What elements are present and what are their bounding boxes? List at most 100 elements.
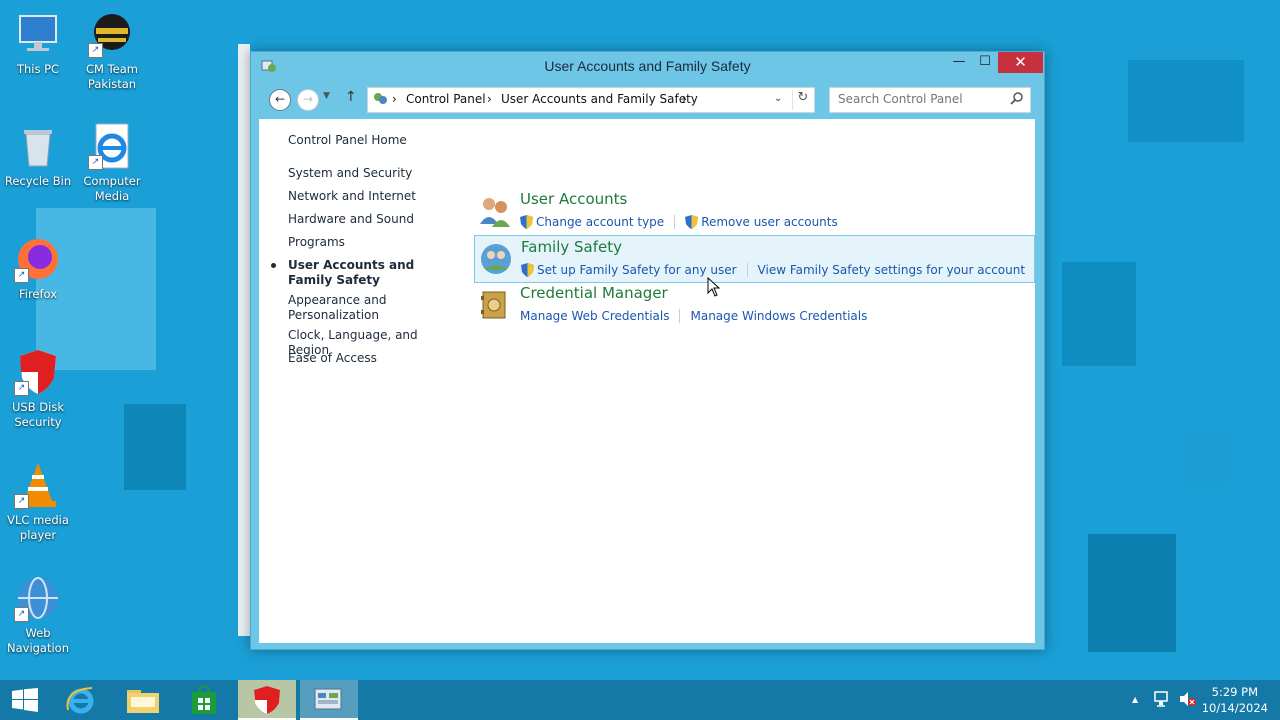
desktop-icon-vlc[interactable]: ↗ VLC media player <box>0 461 76 543</box>
desktop-icon-label: VLC media <box>7 513 69 527</box>
desktop-icon-label: Web <box>25 626 51 640</box>
arrow-left-icon: ← <box>274 92 286 106</box>
maximize-button[interactable]: ☐ <box>972 52 998 73</box>
link-manage-windows-credentials[interactable]: Manage Windows Credentials <box>690 309 867 323</box>
link-remove-user-accounts[interactable]: Remove user accounts <box>701 215 838 229</box>
network-icon[interactable] <box>1154 690 1170 711</box>
desktop-icon-recycle-bin[interactable]: Recycle Bin <box>0 122 76 189</box>
address-dropdown-button[interactable]: ⌄ <box>774 93 782 104</box>
category-user-accounts[interactable]: User Accounts Change account type Remove … <box>474 188 1033 234</box>
desktop-icon-label: player <box>19 528 57 542</box>
globe-icon: ↗ <box>14 574 62 622</box>
recycle-bin-icon <box>14 122 62 170</box>
link-manage-web-credentials[interactable]: Manage Web Credentials <box>520 309 669 323</box>
link-change-account-type[interactable]: Change account type <box>536 215 664 229</box>
bg-tile <box>1062 262 1136 366</box>
desktop-icon-firefox[interactable]: ↗ Firefox <box>0 235 76 302</box>
control-panel-icon <box>314 686 344 717</box>
control-panel-icon <box>372 91 388 110</box>
bg-tile <box>1128 60 1244 142</box>
category-links: Manage Web Credentials Manage Windows Cre… <box>520 308 867 323</box>
desktop-icon-computer-media[interactable]: ↗ Computer Media <box>74 122 150 204</box>
content-pane: Control Panel Home System and Security N… <box>259 119 1035 643</box>
category-links: Set up Family Safety for any user View Fa… <box>521 262 1025 277</box>
control-panel-window: User Accounts and Family Safety — ☐ ✕ ← … <box>250 51 1045 650</box>
users-icon <box>478 194 512 228</box>
firefox-icon: ↗ <box>14 235 62 283</box>
graduation-cap-icon: ↗ <box>88 10 136 58</box>
arrow-right-icon: → <box>302 92 314 106</box>
uac-shield-icon <box>685 214 699 229</box>
breadcrumb-control-panel[interactable]: Control Panel <box>406 92 486 106</box>
navigation-bar: ← → ▼ ↑ › Control Panel › User Accounts … <box>259 81 1036 119</box>
search-input[interactable] <box>836 91 1010 107</box>
link-separator <box>679 308 681 323</box>
category-title[interactable]: User Accounts <box>520 190 627 208</box>
breadcrumb-separator: › <box>682 92 687 106</box>
title-bar[interactable]: User Accounts and Family Safety — ☐ ✕ <box>251 52 1044 80</box>
computer-icon <box>14 10 62 58</box>
uac-shield-icon <box>520 214 533 229</box>
link-separator <box>674 214 676 229</box>
category-credential-manager[interactable]: Credential Manager Manage Web Credential… <box>474 282 1033 328</box>
shortcut-arrow-icon: ↗ <box>14 607 29 622</box>
desktop-icon-label: Computer <box>83 174 141 188</box>
desktop-icon-label: Firefox <box>18 287 58 301</box>
desktop-icon-this-pc[interactable]: This PC <box>0 10 76 77</box>
recent-locations-button[interactable]: ▼ <box>323 91 330 101</box>
volume-muted-icon[interactable] <box>1179 691 1197 710</box>
mouse-cursor-icon <box>707 276 721 300</box>
up-button[interactable]: ↑ <box>345 89 357 105</box>
sidebar-item-hardware-and-sound[interactable]: Hardware and Sound <box>288 212 453 227</box>
refresh-icon: ↻ <box>797 90 809 105</box>
sidebar-item-programs[interactable]: Programs <box>288 235 453 250</box>
shield-icon <box>252 685 282 718</box>
taskbar-internet-explorer[interactable] <box>52 680 110 720</box>
forward-button[interactable]: → <box>297 89 319 111</box>
taskbar-usb-disk-security[interactable] <box>238 680 296 720</box>
active-bullet <box>271 263 276 268</box>
search-box[interactable] <box>829 87 1031 113</box>
address-bar[interactable]: › Control Panel › User Accounts and Fami… <box>367 87 815 113</box>
minimize-button[interactable]: — <box>946 52 972 73</box>
desktop-icon-cm-team[interactable]: ↗ CM Team Pakistan <box>74 10 150 92</box>
folder-icon <box>127 687 159 716</box>
sidebar-item-system-and-security[interactable]: System and Security <box>288 166 453 181</box>
shortcut-arrow-icon: ↗ <box>88 43 103 58</box>
taskbar-file-explorer[interactable] <box>114 680 172 720</box>
internet-explorer-icon: ↗ <box>88 122 136 170</box>
link-view-family-safety-settings[interactable]: View Family Safety settings for your acc… <box>758 263 1026 277</box>
category-title[interactable]: Credential Manager <box>520 284 668 302</box>
desktop-icon-label: Security <box>14 415 62 429</box>
credential-vault-icon <box>478 288 512 322</box>
category-title[interactable]: Family Safety <box>521 238 622 256</box>
link-set-up-family-safety[interactable]: Set up Family Safety for any user <box>537 263 737 277</box>
desktop-icon-web-navigation[interactable]: ↗ Web Navigation <box>0 574 76 656</box>
breadcrumb-user-accounts[interactable]: User Accounts and Family Safety <box>501 92 698 106</box>
back-button[interactable]: ← <box>269 89 291 111</box>
chevron-down-icon: ⌄ <box>774 93 783 104</box>
show-hidden-icons-button[interactable]: ▲ <box>1132 695 1138 704</box>
taskbar-control-panel[interactable] <box>300 680 358 720</box>
sidebar-item-ease-of-access[interactable]: Ease of Access <box>288 351 453 366</box>
category-family-safety[interactable]: Family Safety Set up Family Safety for a… <box>474 235 1035 283</box>
breadcrumb-separator: › <box>392 92 397 106</box>
refresh-button[interactable]: ↻ <box>792 90 813 110</box>
window-title: User Accounts and Family Safety <box>544 58 751 74</box>
close-button[interactable]: ✕ <box>998 52 1043 73</box>
sidebar-item-user-accounts[interactable]: User Accounts and Family Safety <box>288 258 438 288</box>
vlc-cone-icon: ↗ <box>14 461 62 509</box>
taskbar: ▲ 5:29 PM 10/14/2024 <box>0 680 1280 720</box>
sidebar-control-panel-home[interactable]: Control Panel Home <box>288 133 453 148</box>
desktop-icon-usb-disk-security[interactable]: ↗ USB Disk Security <box>0 348 76 430</box>
desktop-icon-label: USB Disk <box>12 400 64 414</box>
sidebar-item-network-and-internet[interactable]: Network and Internet <box>288 189 453 204</box>
system-clock[interactable]: 5:29 PM 10/14/2024 <box>1202 684 1268 716</box>
arrow-up-icon: ↑ <box>345 89 357 105</box>
desktop-icon-label: Media <box>94 189 130 203</box>
desktop-icon-label: CM Team <box>85 62 138 76</box>
desktop-icon-label: This PC <box>16 62 60 76</box>
start-button[interactable] <box>0 680 58 720</box>
taskbar-store[interactable] <box>176 680 234 720</box>
sidebar-item-appearance[interactable]: Appearance and Personalization <box>288 293 398 323</box>
